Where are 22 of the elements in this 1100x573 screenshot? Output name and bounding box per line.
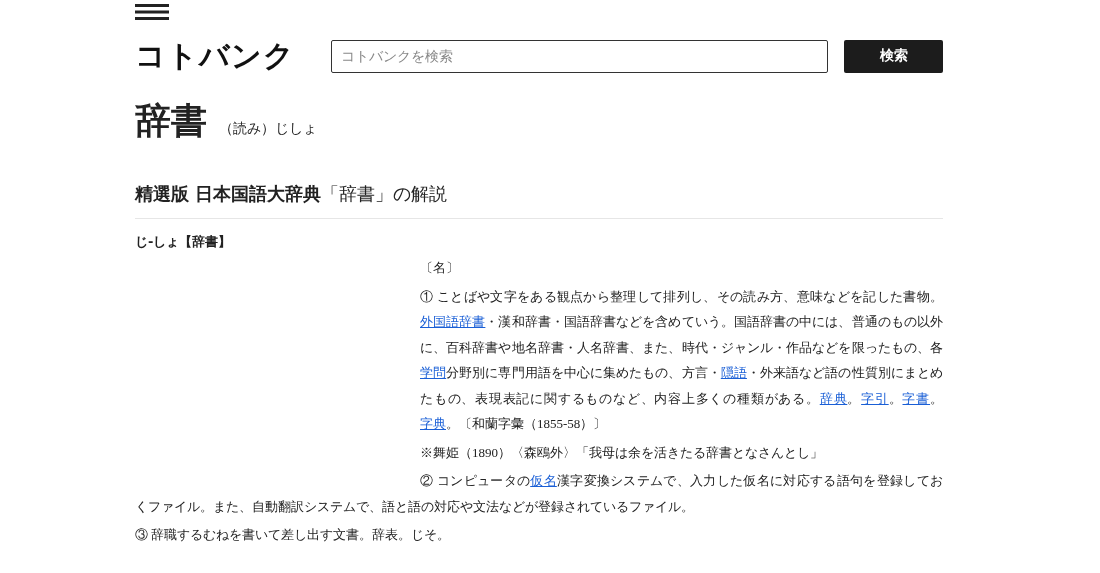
dictionary-name: 精選版 日本国語大辞典	[135, 183, 322, 204]
definition-text: ③ 辞職するむねを書いて差し出す文書。辞表。じそ。	[135, 526, 452, 544]
entry-reading: （読み）じしょ	[219, 120, 317, 138]
section-heading: 「辞書」の解説	[321, 183, 448, 204]
search-button[interactable]: 検索	[844, 39, 943, 73]
definition-text: ① ことばや文字をある観点から整理して排列し、その読み方、意味などを記した書物。 外国語辞書・漢和辞書・国語辞書などを含めていう。国語辞書の中には、普通のもの以外に、百科辞書や地名辞書・人名辞書、また、時代・ジャンル・作品などを限ったもの、各 学問分野別に専門用語を中心に集めたもの、方言・隠語・外来語など語の性質別にまとめたもの、表現表記に関するものなど、内容上多くの種類がある。辞典。字引。字書。 字典。〔和蘭字彙（1855-58）〕	[419, 287, 943, 433]
definition-text: 〔名〕	[419, 259, 460, 277]
definition-text: ② コンピュータの仮名漢字変換システムで、入力した仮名に対応する語句を登録しておくファイル。また、自動翻訳システムで、語と語の対応や文法などが登録されているファイル。	[135, 472, 943, 516]
menu-icon[interactable]	[135, 3, 169, 21]
headword: じ-しょ【辞書】	[135, 233, 233, 251]
term-link[interactable]: 字典	[420, 416, 446, 431]
term-link[interactable]: 仮名	[530, 473, 557, 488]
term-link[interactable]: 隠語	[720, 365, 747, 380]
site-logo[interactable]: コトバンク	[135, 36, 331, 76]
definition-text: ※舞姫（1890）〈森鴎外〉「我母は余を活きたる辞書となさんとし」	[419, 443, 824, 462]
term-link[interactable]: 字書	[902, 390, 931, 406]
search-field[interactable]: コトバンクを検索	[331, 39, 828, 73]
term-link[interactable]: 外国語辞書	[420, 314, 486, 329]
term-link[interactable]: 学問	[420, 365, 447, 380]
term-link[interactable]: 辞典	[819, 390, 848, 406]
term-link[interactable]: 字引	[861, 390, 889, 406]
entry-title: 辞書	[135, 100, 207, 143]
